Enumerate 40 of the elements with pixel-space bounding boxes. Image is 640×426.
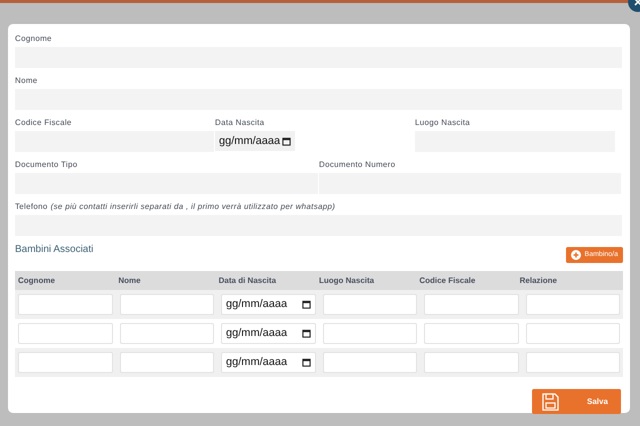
- input-field[interactable]: [120, 294, 214, 315]
- input-field[interactable]: [424, 352, 518, 373]
- column-header: Codice Fiscale: [419, 274, 476, 286]
- date-field[interactable]: gg/mm/aaaa: [221, 352, 316, 373]
- section-title: Bambini Associati: [15, 243, 94, 257]
- input-field[interactable]: [526, 352, 620, 373]
- column-header: Cognome: [18, 274, 56, 286]
- input-field[interactable]: [322, 352, 417, 373]
- column-header: Data di Nascita: [218, 274, 278, 286]
- calendar-icon[interactable]: [302, 300, 310, 309]
- column-header: Luogo Nascita: [319, 274, 376, 286]
- input-field[interactable]: [322, 323, 417, 344]
- input-field[interactable]: [120, 323, 214, 344]
- column-header: Nome: [118, 274, 142, 286]
- input-field[interactable]: [18, 294, 112, 315]
- field-label: Codice Fiscale: [15, 116, 72, 128]
- field-label: Luogo Nascita: [415, 116, 470, 128]
- field-label: Documento Tipo: [15, 158, 78, 170]
- input-field[interactable]: [526, 294, 620, 315]
- date-field[interactable]: gg/mm/aaaa: [215, 131, 295, 151]
- field-hint: (se più contatti inserirli separati da , il primo verrà utilizzato per whatsapp): [50, 200, 336, 212]
- plus-circle-icon: [570, 250, 581, 260]
- input-field[interactable]: [120, 352, 214, 373]
- column-header: Relazione: [520, 274, 558, 286]
- input-field[interactable]: [322, 294, 417, 315]
- field-label: Cognome: [15, 32, 52, 44]
- calendar-icon[interactable]: [282, 136, 291, 146]
- field-label: Documento Numero: [319, 158, 396, 170]
- date-field[interactable]: gg/mm/aaaa: [221, 294, 316, 315]
- input-field[interactable]: [18, 352, 112, 373]
- input-field[interactable]: [18, 323, 112, 344]
- calendar-icon[interactable]: [302, 358, 310, 367]
- field-label: Telefono: [15, 200, 48, 212]
- input-field[interactable]: [424, 294, 518, 315]
- date-field[interactable]: gg/mm/aaaa: [221, 323, 316, 344]
- input-field[interactable]: [526, 323, 620, 344]
- field-label: Data Nascita: [215, 116, 264, 128]
- field-label: Nome: [15, 74, 38, 86]
- calendar-icon[interactable]: [302, 329, 310, 338]
- input-field[interactable]: [424, 323, 518, 344]
